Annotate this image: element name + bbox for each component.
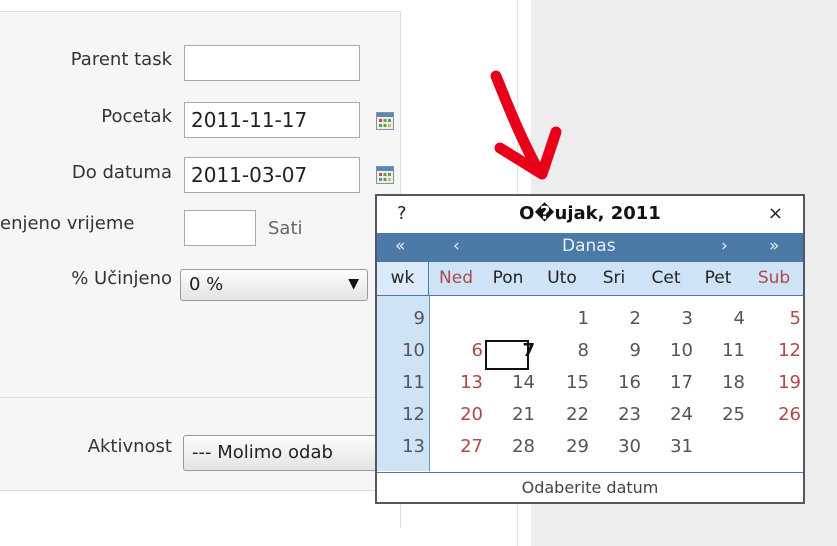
- day-cell[interactable]: 29: [545, 436, 589, 457]
- day-cell[interactable]: 5: [757, 308, 801, 329]
- day-cell[interactable]: 21: [491, 404, 535, 425]
- red-arrow-annotation: [490, 70, 562, 180]
- day-cell[interactable]: 4: [701, 308, 745, 329]
- do-datuma-date-input[interactable]: 2011-03-07: [184, 157, 360, 193]
- day-cell[interactable]: 12: [757, 340, 801, 361]
- day-cell[interactable]: 23: [597, 404, 641, 425]
- calendar-status-bar: Odaberite datum: [377, 472, 803, 503]
- dropdown-arrow-icon: ▼: [348, 276, 359, 292]
- weekday-header: Ned: [439, 268, 473, 288]
- day-cell[interactable]: 15: [545, 372, 589, 393]
- calendar-month-title: O�ujak, 2011: [519, 203, 661, 224]
- hours-unit-label: Sati: [268, 218, 303, 239]
- percent-done-label: % Učinjeno: [71, 268, 172, 289]
- week-number: 12: [402, 404, 425, 425]
- week-column-header: wk: [377, 262, 429, 295]
- day-cell[interactable]: 11: [701, 340, 745, 361]
- next-year-button[interactable]: »: [769, 236, 779, 256]
- estimated-time-label: enjeno vrijeme: [0, 213, 135, 234]
- weekday-header: Sri: [602, 268, 626, 288]
- percent-done-select[interactable]: 0 % ▼: [180, 269, 368, 301]
- activity-select[interactable]: --- Molimo odab: [183, 435, 383, 471]
- date-picker-popup: O�ujak, 2011 ? × « ‹ Danas › » wk Ned Po…: [375, 194, 805, 504]
- day-cell[interactable]: 1: [545, 308, 589, 329]
- week-number: 11: [402, 372, 425, 393]
- day-cell[interactable]: 6: [439, 340, 483, 361]
- day-cell[interactable]: 20: [439, 404, 483, 425]
- calendar-icon[interactable]: [376, 166, 394, 184]
- weekday-header: Sub: [757, 268, 791, 288]
- day-cell[interactable]: 26: [757, 404, 801, 425]
- today-button[interactable]: Danas: [562, 236, 616, 256]
- help-button[interactable]: ?: [397, 203, 407, 224]
- pocetak-date-input[interactable]: 2011-11-17: [184, 102, 360, 138]
- weekday-header: Uto: [547, 268, 577, 288]
- day-cell[interactable]: 19: [757, 372, 801, 393]
- parent-task-label: Parent task: [70, 49, 172, 70]
- estimated-time-input[interactable]: [184, 210, 256, 246]
- week-number: 10: [402, 340, 425, 361]
- day-cell[interactable]: 31: [649, 436, 693, 457]
- do-datuma-label: Do datuma: [71, 162, 172, 183]
- calendar-nav-bar: « ‹ Danas › »: [377, 233, 803, 262]
- pocetak-label: Pocetak: [101, 106, 172, 127]
- calendar-icon[interactable]: [376, 112, 394, 130]
- day-cell[interactable]: 10: [649, 340, 693, 361]
- activity-label: Aktivnost: [87, 436, 172, 457]
- day-cell[interactable]: 30: [597, 436, 641, 457]
- day-cell[interactable]: 18: [701, 372, 745, 393]
- day-cell[interactable]: 24: [649, 404, 693, 425]
- form-separator: [0, 397, 400, 398]
- activity-value: --- Molimo odab: [192, 442, 333, 463]
- weekday-header: Pet: [704, 268, 732, 288]
- next-month-button[interactable]: ›: [721, 236, 728, 256]
- weekday-header: Cet: [651, 268, 681, 288]
- close-button[interactable]: ×: [768, 203, 783, 224]
- week-number: 13: [402, 436, 425, 457]
- day-cell[interactable]: 14: [491, 372, 535, 393]
- day-cell[interactable]: 3: [649, 308, 693, 329]
- weekday-header: Pon: [492, 268, 524, 288]
- percent-done-value: 0 %: [189, 274, 224, 295]
- day-cell[interactable]: 9: [597, 340, 641, 361]
- day-cell[interactable]: 17: [649, 372, 693, 393]
- day-cell[interactable]: 28: [491, 436, 535, 457]
- week-number: 9: [413, 308, 425, 329]
- day-cell[interactable]: 27: [439, 436, 483, 457]
- day-cell[interactable]: 16: [597, 372, 641, 393]
- prev-year-button[interactable]: «: [395, 236, 405, 256]
- calendar-weekday-header: wk Ned Pon Uto Sri Cet Pet Sub: [377, 262, 803, 296]
- calendar-title-bar: O�ujak, 2011 ? ×: [377, 196, 803, 233]
- day-cell[interactable]: 22: [545, 404, 589, 425]
- day-cell[interactable]: 13: [439, 372, 483, 393]
- form-bottom-area: [0, 490, 400, 529]
- selected-day-cell[interactable]: 7: [491, 340, 535, 361]
- day-cell[interactable]: 2: [597, 308, 641, 329]
- parent-task-input[interactable]: [184, 45, 360, 81]
- day-cell[interactable]: 25: [701, 404, 745, 425]
- prev-month-button[interactable]: ‹: [453, 236, 460, 256]
- day-cell[interactable]: 8: [545, 340, 589, 361]
